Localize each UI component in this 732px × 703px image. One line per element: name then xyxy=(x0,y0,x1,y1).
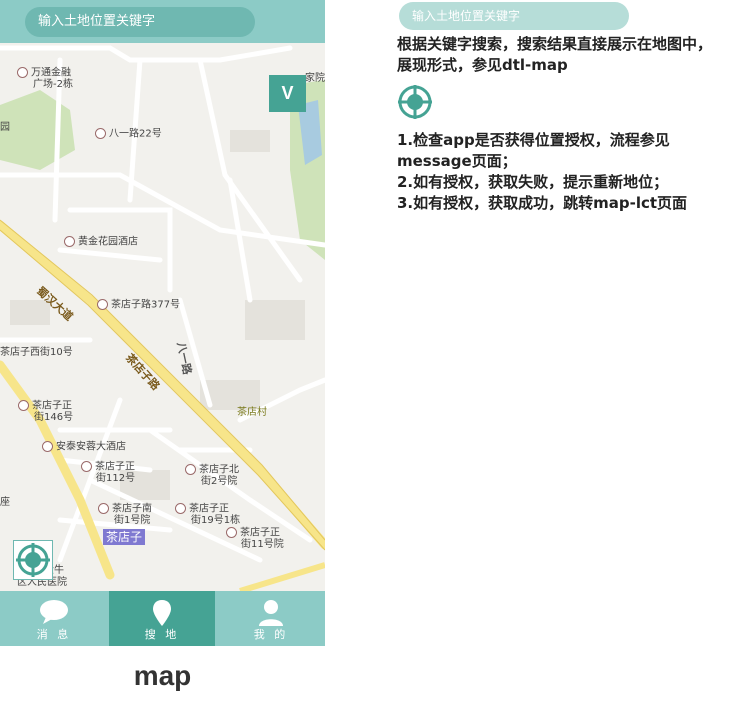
poi-icon xyxy=(175,503,186,514)
poi-icon xyxy=(185,464,196,475)
tab-messages[interactable]: 消 息 xyxy=(0,591,108,646)
chat-bubble-icon xyxy=(40,600,68,624)
tab-label: 消 息 xyxy=(36,628,72,641)
poi-label: 茶店子西街10号 xyxy=(0,347,73,358)
tab-label: 搜 地 xyxy=(144,628,180,641)
poi-label: 街11号院 xyxy=(241,539,284,550)
poi-label-text: 茶店子北 xyxy=(199,464,239,476)
poi-label-text: 茶店子路377号 xyxy=(111,299,181,311)
locate-button[interactable] xyxy=(13,540,53,580)
crosshair-icon xyxy=(16,543,50,577)
map-pin-icon xyxy=(153,600,171,626)
annotation-description: 根据关键字搜索，搜索结果直接展示在地图中，展现形式，参见dtl-map xyxy=(397,35,713,74)
poi-icon xyxy=(98,503,109,514)
poi-icon xyxy=(97,299,108,310)
poi-icon xyxy=(42,441,53,452)
poi-label: 街2号院 xyxy=(201,476,238,487)
poi-label-text: 黄金花园酒店 xyxy=(78,236,138,248)
poi-icon xyxy=(18,400,29,411)
poi-label-text: 八一路22号 xyxy=(109,128,162,140)
poi-label-text: 安泰安蓉大酒店 xyxy=(56,441,126,453)
poi-label: 家院 xyxy=(305,73,325,84)
poi-icon xyxy=(226,527,237,538)
poi-label: 街146号 xyxy=(34,412,74,423)
poi-label: 八一路22号 xyxy=(95,128,162,141)
tab-bar: 消 息 搜 地 我 的 xyxy=(0,591,325,646)
poi-label-text: 茶店子正 xyxy=(95,461,135,473)
poi-label: 街1号院 xyxy=(114,515,151,526)
poi-label: 茶店子路377号 xyxy=(97,299,180,312)
annotation-step: 1.检查app是否获得位置授权，流程参见message页面； xyxy=(397,131,670,170)
poi-label: 广场-2栋 xyxy=(33,79,73,90)
poi-icon xyxy=(64,236,75,247)
annotation-steps: 1.检查app是否获得位置授权，流程参见message页面； 2.如有授权，获取… xyxy=(397,130,727,214)
highlight-label[interactable]: 茶店子 xyxy=(103,529,146,545)
poi-label: 安泰安蓉大酒店 xyxy=(42,441,126,454)
poi-label: 茶店子正 xyxy=(18,400,72,413)
poi-icon xyxy=(95,128,106,139)
screen-caption: map xyxy=(133,660,192,691)
poi-label: 万通金融 xyxy=(17,67,71,80)
poi-label-text: 茶店子正 xyxy=(32,400,72,412)
poi-label-text: 万通金融 xyxy=(31,67,71,79)
poi-icon xyxy=(81,461,92,472)
tab-search-land[interactable]: 搜 地 xyxy=(109,591,215,646)
annotation-step: 3.如有授权，获取成功，跳转map-lct页面 xyxy=(397,194,688,212)
user-icon xyxy=(259,600,283,626)
poi-label: 座 xyxy=(0,497,10,508)
top-bar: 输入土地位置关键字 xyxy=(0,0,325,43)
poi-label: 茶店子南 xyxy=(98,503,152,516)
poi-label: 茶店子北 xyxy=(185,464,239,477)
poi-label: 茶店子正 xyxy=(81,461,135,474)
poi-label: 街19号1栋 xyxy=(191,515,241,526)
v-button[interactable]: V xyxy=(269,75,306,112)
poi-label: 街112号 xyxy=(96,473,136,484)
poi-label-text: 茶店子正 xyxy=(240,527,280,539)
poi-label: 园 xyxy=(0,122,10,133)
annotation-search-sample: 输入土地位置关键字 xyxy=(399,2,629,30)
poi-label: 茶店子正 xyxy=(175,503,229,516)
tab-label: 我 的 xyxy=(253,628,289,641)
tab-mine[interactable]: 我 的 xyxy=(217,591,325,646)
poi-label: 茶店子正 xyxy=(226,527,280,540)
annotation-step: 2.如有授权，获取失败，提示重新地位； xyxy=(397,173,669,191)
poi-label: 黄金花园酒店 xyxy=(64,236,138,249)
poi-label-text: 茶店子正 xyxy=(189,503,229,515)
phone-screen: 万通金融 广场-2栋 八一路22号 黄金花园酒店 茶店子路377号 茶店子西街1… xyxy=(0,0,325,646)
village-label: 茶店村 xyxy=(237,407,267,418)
poi-icon xyxy=(17,67,28,78)
poi-label-text: 茶店子南 xyxy=(112,503,152,515)
search-input[interactable]: 输入土地位置关键字 xyxy=(25,7,255,37)
crosshair-icon xyxy=(398,85,432,119)
